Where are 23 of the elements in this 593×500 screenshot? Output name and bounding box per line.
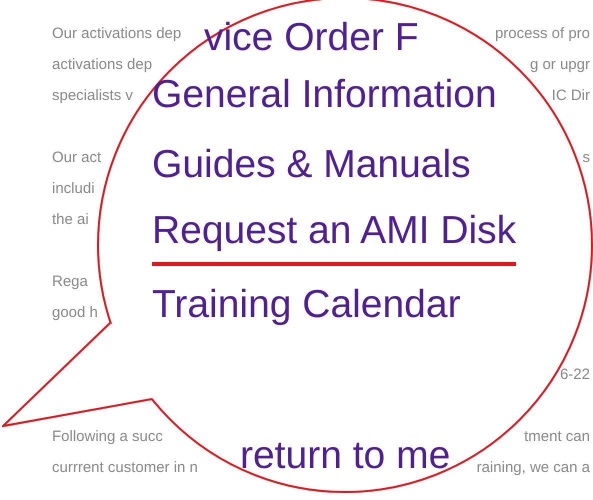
paragraph-text: IC Dir <box>552 87 590 104</box>
paragraph-text: Rega <box>52 273 88 290</box>
paragraph-text: process of pro <box>494 25 590 42</box>
paragraph-text: currrent customer in n <box>52 459 198 476</box>
paragraph-text: Following a succ <box>52 428 163 445</box>
paragraph-text: specialists v <box>52 87 133 104</box>
paragraph-text: the ai <box>52 211 89 228</box>
paragraph-text: s <box>582 149 590 166</box>
menu-link[interactable]: Training Calendar <box>152 270 461 340</box>
paragraph-text: activations dep <box>52 56 152 73</box>
paragraph-text: raining, we can a <box>476 459 590 476</box>
paragraph-text: Our act <box>52 149 102 166</box>
return-link[interactable]: return to me <box>240 434 450 478</box>
paragraph-text: 6-22 <box>560 366 590 383</box>
paragraph-text: Our activations dep <box>52 25 182 42</box>
menu-link[interactable]: General Information <box>152 60 497 130</box>
paragraph-text: tment can <box>524 428 590 445</box>
menu-link[interactable]: Guides & Manuals <box>152 130 471 200</box>
paragraph-text: good h <box>52 304 98 321</box>
menu-link[interactable]: Request an AMI Disk <box>152 200 516 266</box>
paragraph-text: g or upgr <box>530 56 590 73</box>
paragraph-text: includi <box>52 180 95 197</box>
page-heading: vice Order F <box>204 16 419 60</box>
